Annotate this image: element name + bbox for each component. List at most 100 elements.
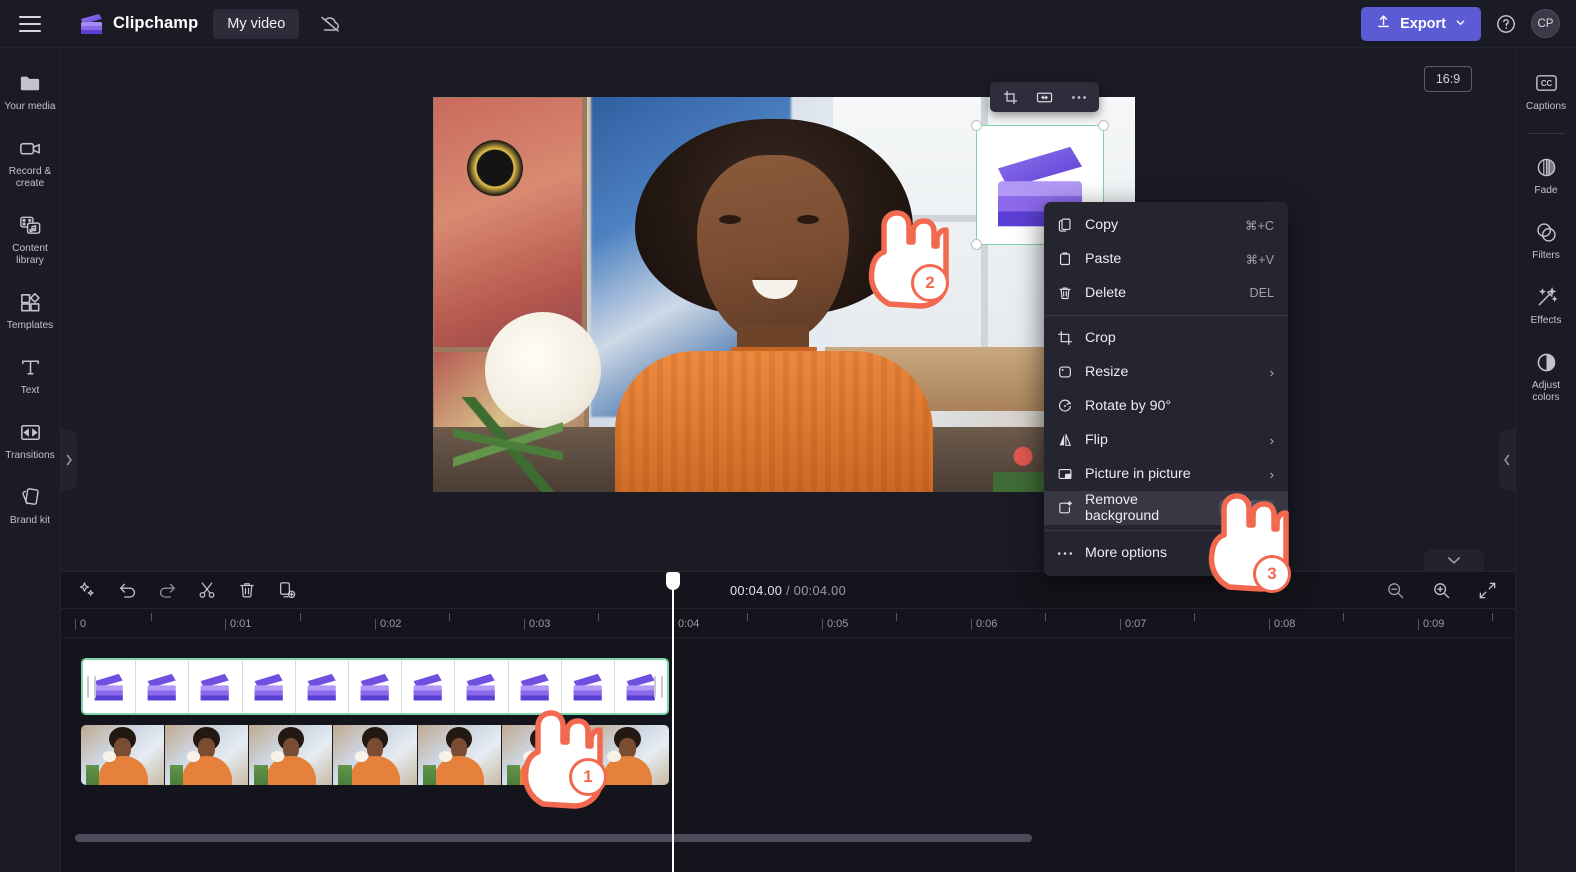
duplicate-icon[interactable] (275, 578, 299, 602)
project-name-chip[interactable]: My video (213, 8, 300, 39)
menu-item-label: Flip (1085, 432, 1108, 448)
timeline-ruler[interactable]: 0 0:01 0:02 0:03 0:04 0:05 0:06 0:07 0:0… (61, 608, 1515, 638)
preview-stage: 16:9 (61, 48, 1515, 599)
sidebar-label: Brand kit (9, 515, 51, 527)
clip-trim-handle-right[interactable] (654, 675, 663, 698)
export-button[interactable]: Export (1361, 6, 1481, 41)
zoom-out-icon[interactable] (1383, 578, 1407, 602)
timeline-horizontal-scrollbar[interactable] (75, 834, 1475, 842)
sidebar-item-record-create[interactable]: Record & create (0, 127, 61, 196)
fit-width-icon[interactable] (1031, 86, 1058, 109)
sidebar-item-brand-kit[interactable]: Brand kit (0, 476, 61, 533)
clip-thumbnail (243, 660, 296, 713)
scrollbar-thumb[interactable] (75, 834, 1032, 842)
sidebar-item-fade[interactable]: Fade (1516, 146, 1576, 203)
sidebar-item-effects[interactable]: Effects (1516, 276, 1576, 333)
menu-item-shortcut: ⌘+V (1245, 252, 1274, 267)
menu-item-delete[interactable]: Delete DEL (1044, 276, 1288, 310)
resize-handle-top-right[interactable] (1098, 120, 1109, 131)
element-float-toolbar (990, 82, 1099, 112)
menu-item-copy[interactable]: Copy ⌘+C (1044, 208, 1288, 242)
clipchamp-editor: Clipchamp My video Export CP Your media … (0, 0, 1576, 872)
menu-item-label: Paste (1085, 251, 1122, 267)
context-menu: Copy ⌘+C Paste ⌘+V Delete DEL Crop Resiz… (1044, 202, 1288, 576)
undo-icon[interactable] (115, 578, 139, 602)
timeline-playhead[interactable] (666, 572, 680, 872)
hamburger-menu-icon[interactable] (19, 15, 41, 32)
redo-icon[interactable] (155, 578, 179, 602)
resize-handle-bottom-left[interactable] (971, 239, 982, 250)
avatar[interactable]: CP (1531, 9, 1560, 38)
video-preview[interactable] (433, 97, 1135, 492)
folder-icon (17, 70, 43, 96)
trash-icon (1056, 284, 1074, 302)
more-horizontal-icon[interactable] (1065, 86, 1092, 109)
menu-separator (1044, 315, 1288, 316)
menu-item-label: Crop (1085, 330, 1116, 346)
svg-text:CC: CC (1540, 79, 1552, 88)
export-label: Export (1400, 15, 1446, 32)
menu-item-resize[interactable]: Resize › (1044, 355, 1288, 389)
ruler-label: 0:06 (971, 619, 997, 630)
zoom-in-icon[interactable] (1429, 578, 1453, 602)
time-separator: / (786, 582, 790, 598)
sidebar-label: Effects (1530, 315, 1562, 327)
collapse-right-panel-button[interactable] (1499, 430, 1515, 490)
sidebar-item-captions[interactable]: CC Captions (1516, 62, 1576, 119)
sparkle-icon[interactable] (75, 578, 99, 602)
menu-item-flip[interactable]: Flip › (1044, 423, 1288, 457)
total-time: 00:04.00 (793, 582, 846, 598)
chevron-right-icon: › (1269, 432, 1274, 448)
trash-icon[interactable] (235, 578, 259, 602)
clip-trim-handle-left[interactable] (87, 675, 96, 698)
sidebar-label: Record & create (8, 166, 52, 190)
sidebar-item-filters[interactable]: Filters (1516, 211, 1576, 268)
sidebar-label: Templates (6, 320, 54, 332)
collapse-timeline-button[interactable] (1424, 549, 1484, 571)
clip-thumbnail (585, 725, 669, 785)
cloud-off-icon[interactable] (317, 11, 343, 37)
clipchamp-logo-icon (79, 13, 104, 35)
sidebar-item-text[interactable]: Text (0, 346, 61, 403)
timeline-overlay-clip[interactable] (81, 658, 669, 715)
brand[interactable]: Clipchamp (79, 13, 198, 35)
clip-thumbnail (333, 725, 418, 785)
menu-item-crop[interactable]: Crop (1044, 321, 1288, 355)
aspect-ratio-badge[interactable]: 16:9 (1424, 66, 1472, 92)
sidebar-item-your-media[interactable]: Your media (0, 62, 61, 119)
menu-item-paste[interactable]: Paste ⌘+V (1044, 242, 1288, 276)
sidebar-item-templates[interactable]: Templates (0, 281, 61, 338)
collapse-left-panel-button[interactable] (61, 430, 77, 490)
sidebar-label: Transitions (5, 450, 55, 462)
preview-badge: Preview (1219, 500, 1274, 516)
timeline-video-clip[interactable] (81, 725, 669, 785)
help-circle-icon[interactable] (1495, 13, 1517, 35)
clip-thumbnail (81, 725, 166, 785)
crop-icon[interactable] (997, 86, 1024, 109)
sidebar-item-adjust-colors[interactable]: Adjust colors (1516, 341, 1576, 410)
menu-item-label: Remove background (1085, 492, 1160, 524)
current-time: 00:04.00 (729, 582, 783, 598)
fit-screen-icon[interactable] (1475, 578, 1499, 602)
clip-thumbnail (402, 660, 456, 713)
menu-item-rotate-by-90[interactable]: Rotate by 90° (1044, 389, 1288, 423)
ruler-label: 0:02 (375, 619, 401, 630)
flip-icon (1056, 431, 1074, 449)
clip-thumbnail (249, 725, 334, 785)
menu-item-remove-background[interactable]: Remove background Preview (1044, 491, 1288, 525)
sidebar-item-content-library[interactable]: Content library (0, 204, 61, 273)
menu-item-picture-in-picture[interactable]: Picture in picture › (1044, 457, 1288, 491)
menu-item-shortcut: ⌘+C (1244, 218, 1274, 233)
resize-handle-top-left[interactable] (971, 120, 982, 131)
menu-item-label: Picture in picture (1085, 466, 1191, 482)
left-sidebar: Your media Record & create Content libra… (0, 48, 61, 872)
menu-separator (1044, 530, 1288, 531)
playhead-knob[interactable] (666, 572, 680, 590)
menu-item-label: More options (1085, 545, 1168, 561)
sidebar-item-transitions[interactable]: Transitions (0, 411, 61, 468)
video-camera-icon (17, 135, 43, 161)
menu-item-more-options[interactable]: More options (1044, 536, 1288, 570)
sidebar-label: Adjust colors (1531, 380, 1561, 404)
closed-caption-icon: CC (1533, 70, 1559, 96)
scissors-icon[interactable] (195, 578, 219, 602)
